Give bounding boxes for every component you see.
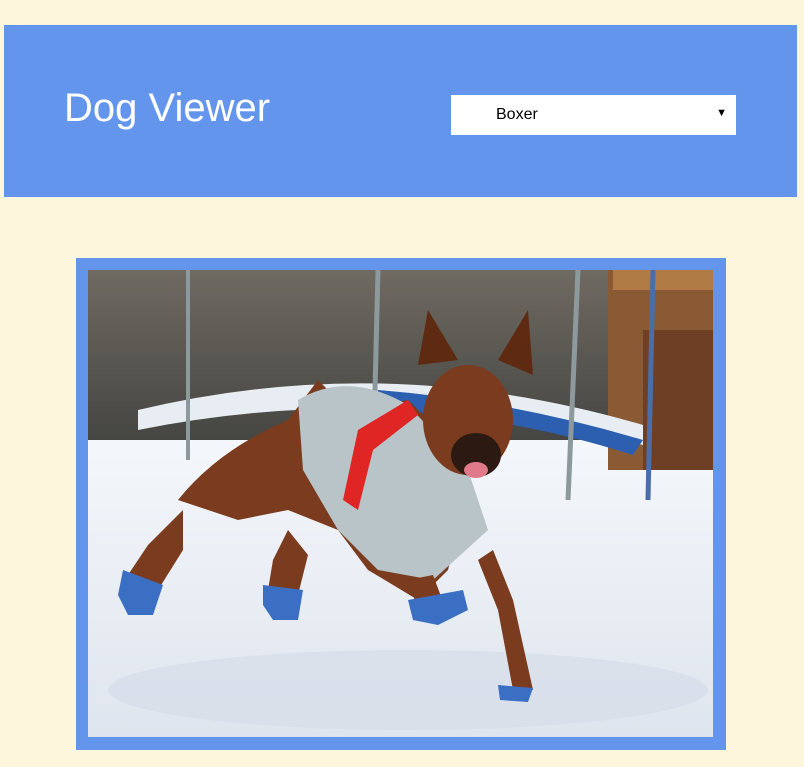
page-title: Dog Viewer bbox=[64, 86, 271, 130]
dog-photo-illustration bbox=[88, 270, 713, 737]
dog-image-frame bbox=[76, 258, 726, 750]
breed-select[interactable]: Boxer ▼ bbox=[451, 95, 736, 135]
header-bar: Dog Viewer Boxer ▼ bbox=[4, 25, 797, 197]
dog-photo bbox=[88, 270, 713, 737]
triangle-down-icon: ▼ bbox=[716, 107, 727, 119]
breed-select-value: Boxer bbox=[496, 106, 538, 123]
